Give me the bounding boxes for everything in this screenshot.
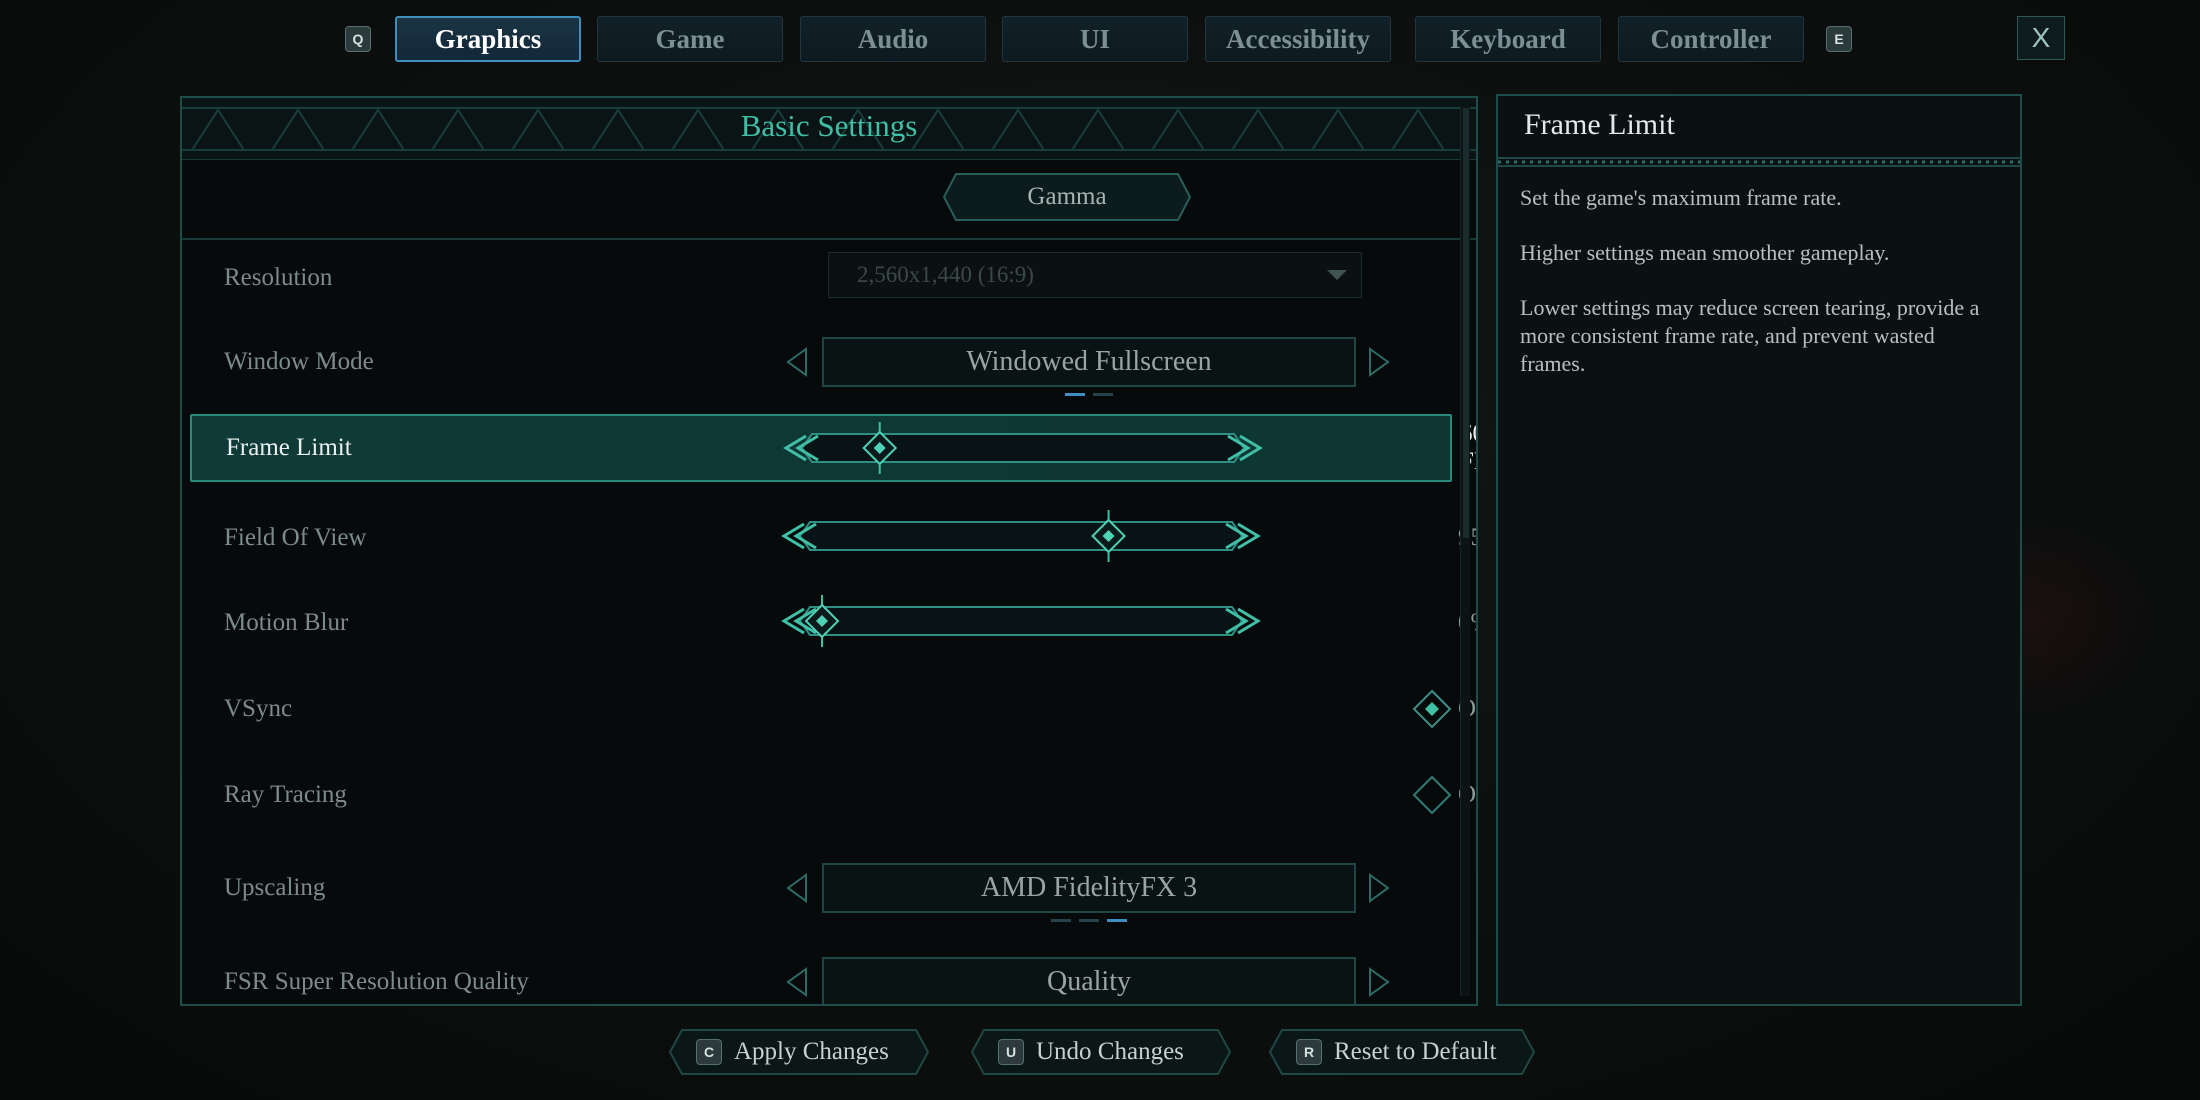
option-pip — [1079, 919, 1099, 922]
chevron-down-icon — [1327, 270, 1347, 280]
tab-audio[interactable]: Audio — [800, 16, 986, 62]
arrow-left-icon[interactable] — [786, 347, 808, 377]
section-title: Basic Settings — [740, 108, 918, 143]
fsr-quality-value: Quality — [1047, 966, 1131, 997]
gamma-button-label: Gamma — [1027, 183, 1107, 210]
upscaling-row: Upscaling AMD FidelityFX 3 — [190, 854, 1452, 922]
prev-tab-key[interactable]: Q — [345, 26, 371, 52]
frame-limit-label: Frame Limit — [226, 434, 352, 461]
apply-key: C — [696, 1039, 722, 1065]
undo-label: Undo Changes — [1036, 1038, 1184, 1065]
close-button[interactable]: X — [2017, 16, 2065, 60]
frame-limit-row[interactable]: Frame Limit 60 FPS — [190, 414, 1476, 482]
option-pip — [1093, 393, 1113, 396]
description-title: Frame Limit — [1524, 108, 1675, 141]
resolution-value: 2,560x1,440 (16:9) — [857, 262, 1034, 287]
upscaling-value: AMD FidelityFX 3 — [980, 872, 1198, 903]
description-divider — [1498, 157, 2020, 167]
reset-key: R — [1296, 1039, 1322, 1065]
window-mode-selector[interactable]: Windowed Fullscreen — [822, 337, 1356, 396]
arrow-left-icon[interactable] — [786, 873, 808, 903]
resolution-label: Resolution — [224, 264, 333, 291]
gamma-row: Gamma — [182, 160, 1476, 240]
apply-label: Apply Changes — [734, 1038, 889, 1065]
vsync-row: VSync On — [190, 675, 1476, 743]
tab-graphics[interactable]: Graphics — [395, 16, 581, 62]
motion-blur-label: Motion Blur — [224, 609, 349, 636]
window-mode-row: Window Mode Windowed Fullscreen — [190, 328, 1452, 396]
description-paragraph: Higher settings mean smoother gameplay. — [1520, 240, 1890, 265]
scroll-thumb[interactable] — [1463, 108, 1469, 538]
ray-tracing-label: Ray Tracing — [224, 781, 347, 808]
ray-tracing-row: Ray Tracing Off — [190, 761, 1476, 829]
fsr-quality-selector[interactable]: Quality — [822, 957, 1356, 1004]
undo-changes-button[interactable]: U Undo Changes — [970, 1028, 1232, 1076]
arrow-right-icon[interactable] — [1368, 347, 1390, 377]
description-paragraph: Set the game's maximum frame rate. — [1520, 185, 1842, 210]
field-of-view-row: Field Of View 95 — [190, 504, 1476, 572]
description-panel: Frame Limit Set the game's maximum frame… — [1496, 94, 2022, 1006]
vsync-toggle[interactable] — [1412, 689, 1452, 729]
upscaling-selector[interactable]: AMD FidelityFX 3 — [822, 863, 1356, 922]
tab-controller[interactable]: Controller — [1618, 16, 1804, 62]
slider-track — [798, 521, 1244, 551]
resolution-dropdown[interactable]: 2,560x1,440 (16:9) — [828, 252, 1362, 298]
window-mode-value: Windowed Fullscreen — [966, 346, 1212, 377]
arrow-right-icon[interactable] — [1368, 873, 1390, 903]
tab-ui[interactable]: UI — [1002, 16, 1188, 62]
arrow-right-icon[interactable] — [1368, 967, 1390, 997]
option-pip — [1065, 393, 1085, 396]
vsync-label: VSync — [224, 695, 293, 722]
option-pip — [1051, 919, 1071, 922]
arrow-left-icon[interactable] — [786, 967, 808, 997]
gamma-button[interactable]: Gamma — [942, 172, 1192, 222]
reset-label: Reset to Default — [1334, 1038, 1497, 1065]
motion-blur-row: Motion Blur 0% — [190, 589, 1476, 657]
reset-to-default-button[interactable]: R Reset to Default — [1268, 1028, 1536, 1076]
next-tab-key[interactable]: E — [1826, 26, 1852, 52]
field-of-view-slider[interactable] — [776, 504, 1276, 568]
option-pip — [1107, 919, 1127, 922]
frame-limit-slider[interactable] — [778, 416, 1278, 480]
window-mode-label: Window Mode — [224, 348, 374, 375]
motion-blur-slider[interactable] — [776, 589, 1276, 653]
upscaling-label: Upscaling — [224, 874, 326, 901]
tab-keyboard[interactable]: Keyboard — [1415, 16, 1601, 62]
field-of-view-label: Field Of View — [224, 524, 367, 551]
tab-accessibility[interactable]: Accessibility — [1205, 16, 1391, 62]
undo-key: U — [998, 1039, 1024, 1065]
fsr-quality-label: FSR Super Resolution Quality — [224, 968, 529, 995]
tab-game[interactable]: Game — [597, 16, 783, 62]
settings-panel: Basic Settings Gamma Resolution 2,560x1,… — [180, 96, 1478, 1006]
slider-track — [798, 606, 1244, 636]
upscaling-pips — [824, 919, 1354, 922]
resolution-row: Resolution 2,560x1,440 (16:9) — [190, 244, 1452, 312]
window-mode-pips — [824, 393, 1354, 396]
fsr-quality-row: FSR Super Resolution Quality Quality — [190, 948, 1452, 1004]
description-paragraph: Lower settings may reduce screen tearing… — [1520, 295, 1980, 376]
section-header: Basic Settings — [182, 98, 1476, 160]
settings-scrollbar[interactable] — [1460, 106, 1470, 996]
apply-changes-button[interactable]: C Apply Changes — [668, 1028, 930, 1076]
ray-tracing-toggle[interactable] — [1412, 775, 1452, 815]
